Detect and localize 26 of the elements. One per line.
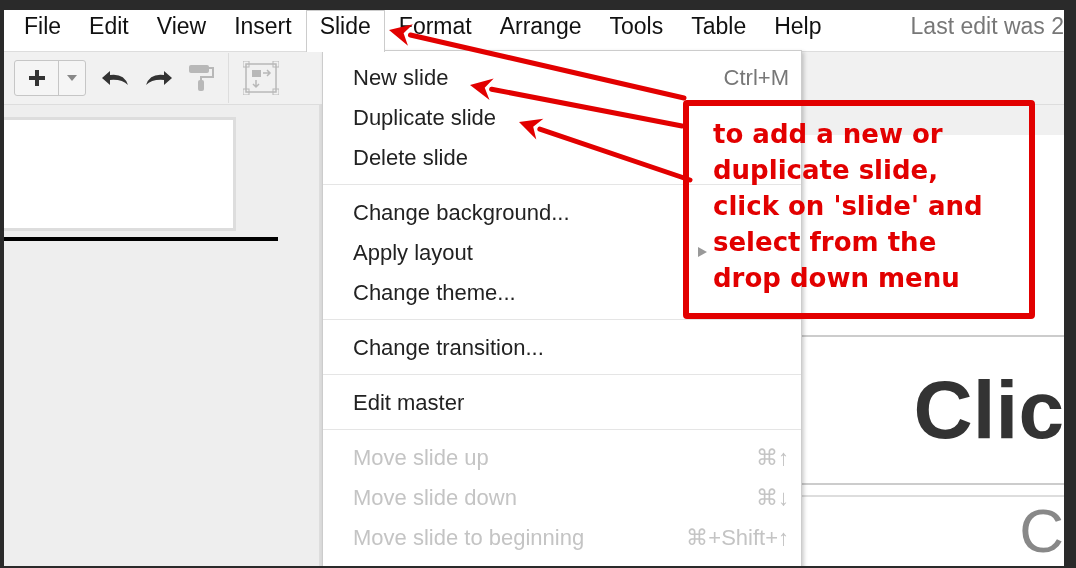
menu-item[interactable]: Tools <box>595 10 678 52</box>
menu-item[interactable]: Edit <box>75 10 143 52</box>
menu-option[interactable]: Apply layout <box>353 235 473 269</box>
menu-item[interactable]: Arrange <box>485 10 596 52</box>
callout-text: to add a new or duplicate slide, click on 'slide' and select from the drop down menu <box>713 118 984 295</box>
menu-option[interactable]: Change background... <box>353 195 570 229</box>
shortcut-text: ⌘↑ <box>756 443 789 472</box>
shortcut-text: ⌘+Shift+↑ <box>686 523 789 552</box>
menu-item[interactable]: Table <box>677 10 761 52</box>
menu-option[interactable]: Duplicate slide <box>353 100 497 134</box>
menu-item[interactable]: View <box>142 10 221 52</box>
menu-option[interactable]: Change transition... <box>353 330 544 364</box>
menu-item[interactable]: Help <box>760 10 836 52</box>
slide-title: Clic <box>913 369 1064 451</box>
last-edit-status: Last edit was 2 <box>909 12 1064 41</box>
menu-option[interactable]: Change theme... <box>353 275 516 309</box>
slide-subtitle: C <box>1019 500 1064 562</box>
menu-option[interactable]: Edit master <box>353 385 465 419</box>
menu-option[interactable]: Delete slide <box>353 140 468 174</box>
menu-item[interactable]: Slide <box>305 10 385 52</box>
shortcut-text: ⌘↓ <box>756 483 789 512</box>
menu-item[interactable]: File <box>10 10 76 52</box>
menu-item[interactable]: Insert <box>220 10 306 52</box>
shortcut-text: Ctrl+M <box>723 63 789 92</box>
menu-option[interactable]: New slide <box>353 60 449 94</box>
menu-item[interactable]: Format <box>384 10 486 52</box>
